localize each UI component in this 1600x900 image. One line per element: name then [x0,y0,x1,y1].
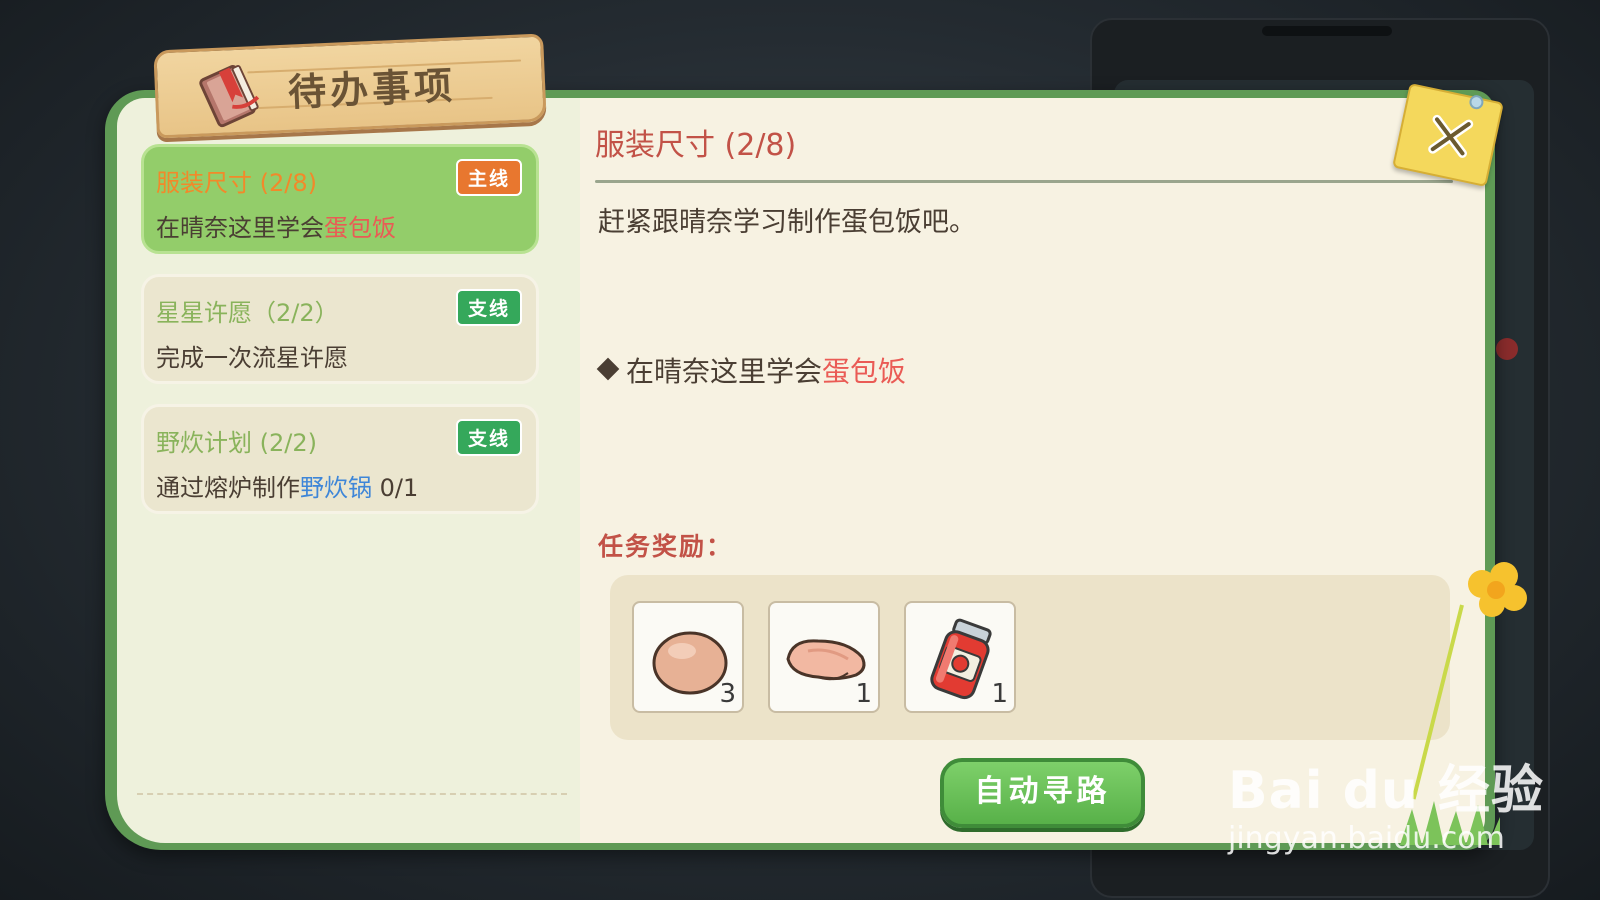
reward-item-ketchup[interactable]: 1 [904,601,1016,713]
quest-desc: 在晴奈这里学会蛋包饭 [156,208,522,243]
auto-pathfind-button[interactable]: 自动寻路 [940,758,1145,828]
watermark-url: jingyan.baidu.com [1228,821,1505,856]
quest-card-cooking-plan[interactable]: 野炊计划 (2/2) 支线 通过熔炉制作野炊锅 0/1 [141,404,539,514]
watermark-brand: Bai du 经验 [1228,761,1544,821]
objective-text: 在晴奈这里学会 [626,355,823,388]
reward-item-chicken[interactable]: 1 [768,601,880,713]
desc-text: 通过熔炉制作 [156,474,300,502]
side-quest-badge: 支线 [455,289,522,326]
quest-objective: 在晴奈这里学会蛋包饭 [596,350,907,390]
reward-count: 1 [991,679,1008,709]
quest-card-outfit-size[interactable]: 服装尺寸 (2/8) 主线 在晴奈这里学会蛋包饭 [141,144,539,254]
detail-title: 服装尺寸 (2/8) [595,128,797,163]
quest-desc: 完成一次流星许愿 [156,344,348,372]
reward-label: 任务奖励： [598,532,734,561]
record-dot [1496,338,1518,360]
desc-text: 在晴奈这里学会 [156,214,324,242]
title-plank: 待办事项 [153,33,547,139]
main-quest-badge: 主线 [455,159,522,196]
desc-highlight: 蛋包饭 [324,214,396,242]
page-title: 待办事项 [287,63,458,115]
reward-count: 3 [719,679,736,709]
list-divider [137,793,567,795]
flower-icon [1468,562,1527,617]
quest-card-star-wish[interactable]: 星星许愿（2/2） 支线 完成一次流星许愿 [141,274,539,384]
desc-progress: 0/1 [372,474,419,502]
detail-description: 赶紧跟晴奈学习制作蛋包饭吧。 [598,207,976,238]
watermark: Bai du 经验 jingyan.baidu.com [1228,748,1544,856]
objective-highlight: 蛋包饭 [822,355,907,388]
reward-item-egg[interactable]: 3 [632,601,744,713]
phone-notch [1262,26,1392,36]
book-icon [199,64,260,128]
desc-highlight: 野炊锅 [300,474,372,502]
reward-count: 1 [855,679,872,709]
quest-desc: 通过熔炉制作野炊锅 0/1 [156,468,522,503]
close-icon [1428,114,1474,158]
side-quest-badge: 支线 [455,419,522,456]
diamond-bullet-icon [596,357,620,381]
detail-divider [595,180,1453,183]
